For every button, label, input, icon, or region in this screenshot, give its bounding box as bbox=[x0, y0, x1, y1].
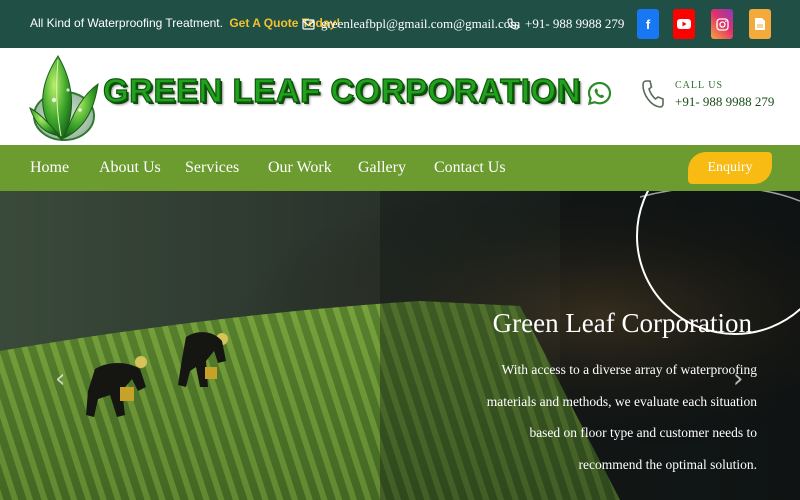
nav-gallery[interactable]: Gallery bbox=[358, 159, 406, 177]
whatsapp-icon[interactable] bbox=[587, 81, 612, 106]
nav-home[interactable]: Home bbox=[30, 159, 69, 177]
hero-line: based on floor type and customer needs t… bbox=[529, 425, 757, 440]
tagline-text: All Kind of Waterproofing Treatment. bbox=[30, 16, 223, 30]
call-us-label: CALL US bbox=[675, 80, 724, 91]
nav-about-us[interactable]: About Us bbox=[99, 159, 161, 177]
youtube-icon[interactable] bbox=[673, 9, 695, 39]
nav-our-work[interactable]: Our Work bbox=[268, 159, 332, 177]
facebook-icon[interactable]: f bbox=[637, 9, 659, 39]
phone-icon bbox=[507, 18, 519, 30]
leaf-logo-icon[interactable] bbox=[28, 50, 100, 144]
call-us-number[interactable]: +91- 988 9988 279 bbox=[675, 94, 774, 110]
nav-services[interactable]: Services bbox=[185, 159, 239, 177]
hero-slider: ‹ › Green Leaf Corporation With access t… bbox=[0, 191, 800, 500]
skype-icon[interactable] bbox=[749, 9, 771, 39]
email-text: greenleafbpl@gmail.com@gmail.com bbox=[321, 16, 521, 31]
enquiry-button[interactable]: Enquiry bbox=[688, 152, 772, 184]
hero-line: materials and methods, we evaluate each … bbox=[486, 393, 757, 409]
brand-name[interactable]: GREEN LEAF CORPORATION bbox=[102, 71, 581, 110]
hero-description: With access to a diverse array of waterp… bbox=[467, 354, 757, 480]
slider-prev-arrow[interactable]: ‹ bbox=[55, 364, 65, 394]
hero-line: recommend the optimal solution. bbox=[578, 456, 757, 472]
nav-contact-us[interactable]: Contact Us bbox=[434, 159, 506, 177]
email-contact[interactable]: greenleafbpl@gmail.com@gmail.com bbox=[302, 16, 520, 32]
call-icon[interactable] bbox=[641, 79, 665, 109]
email-icon bbox=[302, 18, 315, 30]
tagline: All Kind of Waterproofing Treatment. Get… bbox=[30, 16, 340, 30]
hero-title: Green Leaf Corporation bbox=[492, 308, 752, 338]
top-bar: All Kind of Waterproofing Treatment. Get… bbox=[0, 0, 800, 48]
hero-line: With access to a diverse array of waterp… bbox=[501, 362, 757, 377]
phone-contact[interactable]: +91- 988 9988 279 bbox=[507, 16, 624, 32]
phone-text: +91- 988 9988 279 bbox=[525, 16, 625, 31]
instagram-icon[interactable] bbox=[711, 9, 733, 39]
main-nav: Home About Us Services Our Work Gallery … bbox=[0, 145, 800, 191]
site-header: GREEN LEAF CORPORATION CALL US +91- 988 … bbox=[0, 48, 800, 145]
